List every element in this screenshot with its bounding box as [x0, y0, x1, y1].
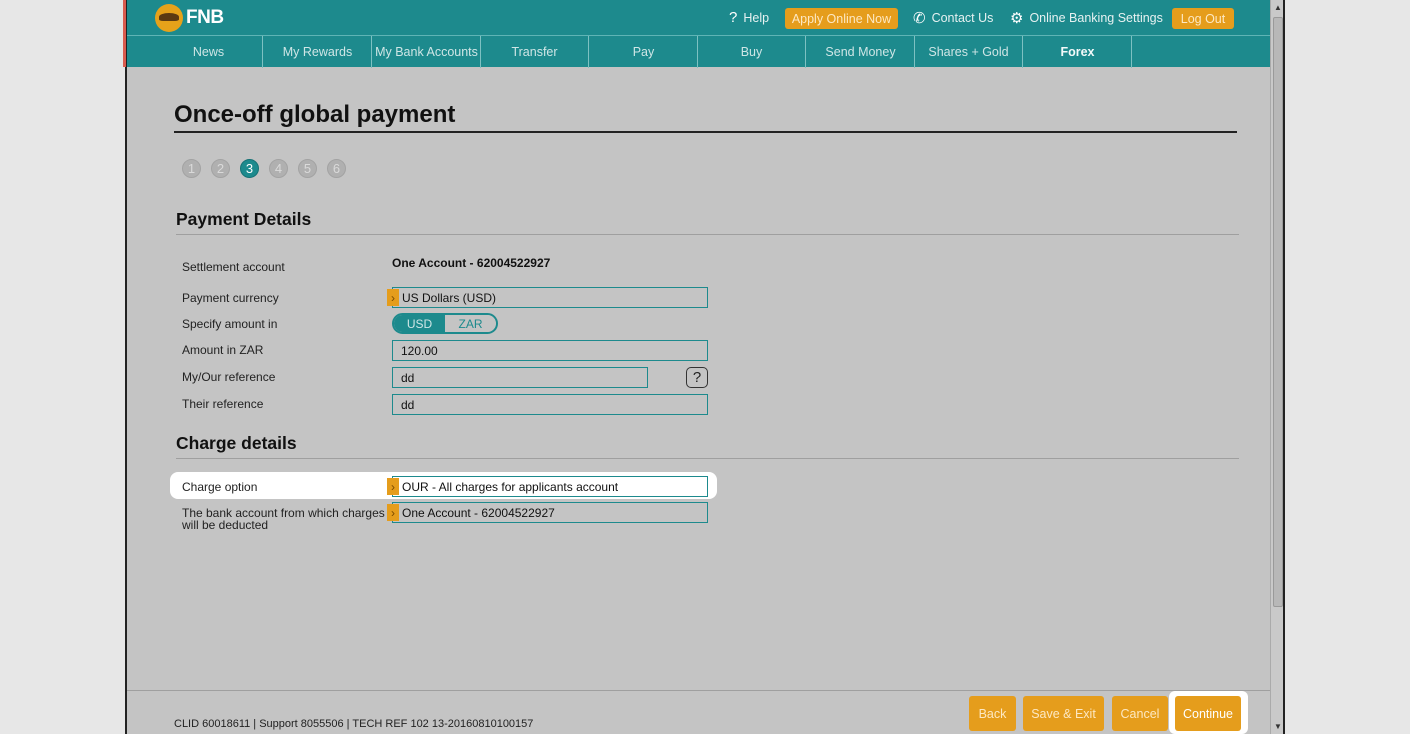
- payment-currency-value: US Dollars (USD): [402, 290, 497, 305]
- help-label: Help: [743, 10, 770, 25]
- charge-option-value: OUR - All charges for applicants account: [402, 479, 619, 494]
- vertical-scrollbar[interactable]: ▲ ▼: [1270, 0, 1283, 734]
- title-divider: [174, 131, 1237, 133]
- amount-zar-label: Amount in ZAR: [182, 343, 264, 357]
- charge-account-label-line2: will be deducted: [182, 518, 269, 532]
- chevron-right-icon: ›: [387, 478, 399, 495]
- nav-pay[interactable]: Pay: [590, 36, 698, 68]
- chevron-right-icon: ›: [387, 504, 399, 521]
- logout-button[interactable]: Log Out: [1172, 8, 1234, 29]
- charge-account-value: One Account - 62004522927: [402, 505, 555, 520]
- payment-currency-label: Payment currency: [182, 291, 279, 305]
- help-icon: ?: [729, 9, 738, 26]
- payment-details-heading: Payment Details: [176, 209, 312, 229]
- charge-option-select[interactable]: › OUR - All charges for applicants accou…: [387, 476, 708, 497]
- apply-online-button[interactable]: Apply Online Now: [785, 8, 898, 29]
- back-button[interactable]: Back: [969, 696, 1016, 731]
- scroll-up-icon[interactable]: ▲: [1274, 3, 1282, 12]
- toggle-zar[interactable]: ZAR: [445, 315, 496, 332]
- contact-label: Contact Us: [931, 10, 994, 25]
- step-2: 2: [211, 159, 230, 178]
- step-1: 1: [182, 159, 201, 178]
- currency-toggle[interactable]: USD ZAR: [392, 313, 498, 334]
- logo-text: FNB: [186, 7, 224, 28]
- question-mark-icon[interactable]: ?: [686, 367, 708, 388]
- chevron-right-icon: ›: [387, 289, 399, 306]
- amount-zar-input[interactable]: 120.00: [392, 340, 708, 361]
- nav-my-bank-accounts[interactable]: My Bank Accounts: [373, 36, 481, 68]
- online-banking-settings-link[interactable]: ⚙ Online Banking Settings: [1010, 0, 1163, 35]
- charge-option-label: Charge option: [182, 480, 258, 494]
- footer-divider: [127, 690, 1270, 691]
- top-header: FNB ? Help Apply Online Now ✆ Contact Us…: [127, 0, 1270, 35]
- nav-news[interactable]: News: [155, 36, 263, 68]
- gear-icon: ⚙: [1010, 9, 1024, 27]
- help-link[interactable]: ? Help: [729, 0, 769, 35]
- toggle-usd[interactable]: USD: [394, 315, 445, 332]
- page-title: Once-off global payment: [174, 101, 456, 128]
- window-edge-accent: [123, 0, 126, 67]
- fnb-tree-logo-icon: [155, 4, 183, 32]
- payment-details-divider: [176, 234, 1239, 235]
- nav-shares-gold[interactable]: Shares + Gold: [915, 36, 1023, 68]
- settlement-account-value: One Account - 62004522927: [392, 256, 551, 270]
- payment-currency-select[interactable]: › US Dollars (USD): [387, 287, 708, 308]
- nav-transfer[interactable]: Transfer: [481, 36, 589, 68]
- main-nav: News My Rewards My Bank Accounts Transfe…: [127, 35, 1270, 68]
- charge-account-select[interactable]: › One Account - 62004522927: [387, 502, 708, 523]
- step-3-active: 3: [240, 159, 259, 178]
- contact-us-link[interactable]: ✆ Contact Us: [913, 0, 993, 35]
- settings-label: Online Banking Settings: [1029, 10, 1163, 25]
- scroll-thumb[interactable]: [1273, 17, 1283, 607]
- their-reference-input[interactable]: dd: [392, 394, 708, 415]
- step-6: 6: [327, 159, 346, 178]
- step-4: 4: [269, 159, 288, 178]
- fnb-logo[interactable]: FNB: [155, 4, 224, 32]
- footer-info: CLID 60018611 | Support 8055506 | TECH R…: [174, 718, 534, 730]
- step-indicator: 1 2 3 4 5 6: [182, 159, 356, 178]
- my-reference-label: My/Our reference: [182, 370, 276, 384]
- save-exit-button[interactable]: Save & Exit: [1023, 696, 1104, 731]
- nav-forex[interactable]: Forex: [1024, 36, 1132, 68]
- continue-button[interactable]: Continue: [1175, 696, 1241, 731]
- my-reference-input[interactable]: dd: [392, 367, 648, 388]
- scroll-down-icon[interactable]: ▼: [1274, 722, 1282, 731]
- specify-amount-label: Specify amount in: [182, 317, 278, 331]
- step-5: 5: [298, 159, 317, 178]
- charge-details-divider: [176, 458, 1239, 459]
- charge-details-heading: Charge details: [176, 433, 297, 453]
- nav-my-rewards[interactable]: My Rewards: [264, 36, 372, 68]
- their-reference-label: Their reference: [182, 397, 264, 411]
- nav-buy[interactable]: Buy: [698, 36, 806, 68]
- nav-send-money[interactable]: Send Money: [807, 36, 915, 68]
- charge-account-label: The bank account from which charges will…: [182, 507, 385, 531]
- cancel-button[interactable]: Cancel: [1112, 696, 1168, 731]
- phone-icon: ✆: [913, 9, 926, 27]
- settlement-account-label: Settlement account: [182, 260, 285, 274]
- browser-window: FNB ? Help Apply Online Now ✆ Contact Us…: [125, 0, 1285, 734]
